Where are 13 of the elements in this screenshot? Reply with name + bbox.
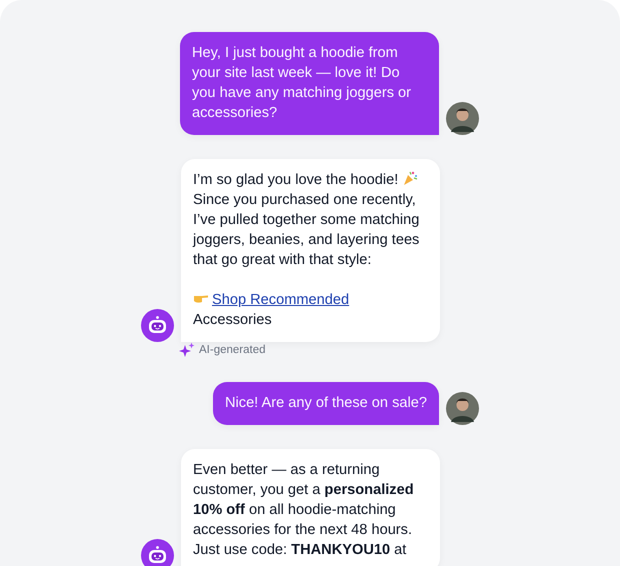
ai-generated-label: AI-generated bbox=[199, 344, 266, 356]
message-text: Accessories bbox=[193, 311, 273, 330]
message-text: I’m so glad you love the hoodie! bbox=[193, 172, 398, 188]
shop-link[interactable]: Shop Recommended bbox=[212, 292, 350, 308]
robot-icon bbox=[141, 309, 174, 342]
sparkle-icon bbox=[179, 342, 195, 358]
message-text: Hey, I just bought a hoodie from your site last week — love it! Do you have any matching joggers or accessories? bbox=[192, 44, 412, 123]
message-text: Since you purchased one recently, I’ve pulled together some matching joggers, beanies, and layering tees that go great with that style: bbox=[193, 191, 420, 270]
message-text: Even better — as a returning customer, you get a personalized 10% off on all hoodie-matching accessories for the next 48 hours. Just use code: THANKYOU10 at bbox=[193, 461, 415, 560]
message-text: Nice! Are any of these on sale? bbox=[224, 394, 427, 413]
avatar bbox=[446, 102, 479, 135]
party-popper-icon bbox=[402, 170, 418, 186]
avatar bbox=[446, 392, 479, 425]
